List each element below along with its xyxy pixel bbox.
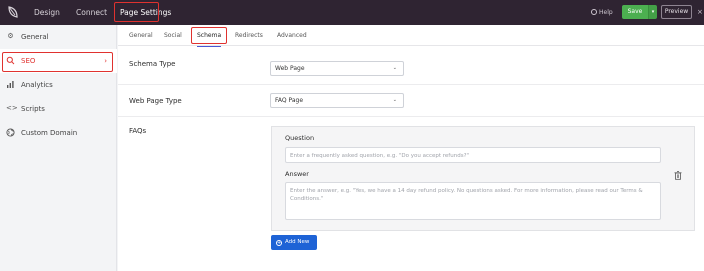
sidebar-item-label: Scripts — [21, 105, 45, 113]
highlight-outline — [114, 2, 159, 22]
tab-social[interactable]: Social — [164, 25, 182, 46]
answer-textarea[interactable]: Enter the answer, e.g. "Yes, we have a 1… — [285, 182, 661, 220]
web-page-type-label: Web Page Type — [129, 97, 182, 105]
sidebar-item-label: Analytics — [21, 81, 53, 89]
plus-circle-icon: + — [276, 240, 282, 246]
seo-tabs: General Social Schema Redirects Advanced — [118, 25, 704, 47]
help-link[interactable]: Help — [591, 0, 613, 25]
tab-advanced[interactable]: Advanced — [277, 25, 307, 46]
globe-icon — [6, 128, 15, 137]
question-input[interactable]: Enter a frequently asked question, e.g. … — [285, 147, 661, 163]
bar-chart-icon — [7, 81, 14, 88]
sidebar-item-analytics[interactable]: Analytics — [0, 73, 117, 97]
chevron-down-icon: ⌄ — [392, 97, 397, 103]
divider — [118, 84, 704, 85]
code-icon: <> — [6, 104, 18, 112]
schema-type-value: Web Page — [275, 65, 305, 72]
active-tab-underline — [197, 45, 222, 47]
question-label: Question — [285, 134, 315, 142]
faqs-label: FAQs — [129, 127, 147, 135]
sidebar-item-general[interactable]: ⚙ General — [0, 25, 117, 49]
schema-type-select[interactable]: Web Page ⌄ — [270, 61, 404, 76]
divider — [118, 116, 704, 117]
save-dropdown-caret-icon[interactable]: ▾ — [648, 5, 657, 19]
web-page-type-select[interactable]: FAQ Page ⌄ — [270, 93, 404, 108]
highlight-outline — [191, 27, 228, 44]
trash-icon[interactable] — [674, 171, 682, 180]
nav-connect[interactable]: Connect — [76, 0, 107, 25]
nav-design[interactable]: Design — [34, 0, 60, 25]
save-button[interactable]: Save — [622, 5, 648, 19]
add-new-button[interactable]: + Add New — [271, 235, 317, 250]
top-bar: Design Connect Page Settings Help Save ▾… — [0, 0, 704, 25]
sidebar-item-custom-domain[interactable]: Custom Domain — [0, 121, 117, 145]
highlight-outline — [2, 52, 113, 72]
close-icon[interactable]: × — [697, 0, 703, 25]
chevron-down-icon: ⌄ — [392, 65, 397, 71]
schema-type-label: Schema Type — [129, 60, 176, 68]
nav-page-settings[interactable]: Page Settings — [114, 0, 171, 25]
help-label: Help — [599, 9, 613, 16]
main-panel: General Social Schema Redirects Advanced… — [118, 25, 704, 271]
faq-item: Question Enter a frequently asked questi… — [271, 126, 695, 231]
seedprod-logo-icon[interactable] — [6, 5, 20, 19]
sidebar-item-label: Custom Domain — [21, 129, 78, 137]
gear-icon: ⚙ — [7, 32, 14, 40]
settings-sidebar: ⚙ General SEO › Analytics <> Scripts Cus… — [0, 25, 117, 271]
add-new-label: Add New — [285, 239, 310, 245]
tab-schema[interactable]: Schema — [191, 25, 228, 47]
sidebar-item-scripts[interactable]: <> Scripts — [0, 97, 117, 121]
tab-redirects[interactable]: Redirects — [235, 25, 263, 46]
preview-button[interactable]: Preview — [661, 5, 692, 19]
tab-general[interactable]: General — [129, 25, 153, 46]
sidebar-item-label: General — [21, 33, 49, 41]
help-icon — [591, 9, 597, 15]
answer-label: Answer — [285, 170, 309, 178]
web-page-type-value: FAQ Page — [275, 97, 304, 104]
